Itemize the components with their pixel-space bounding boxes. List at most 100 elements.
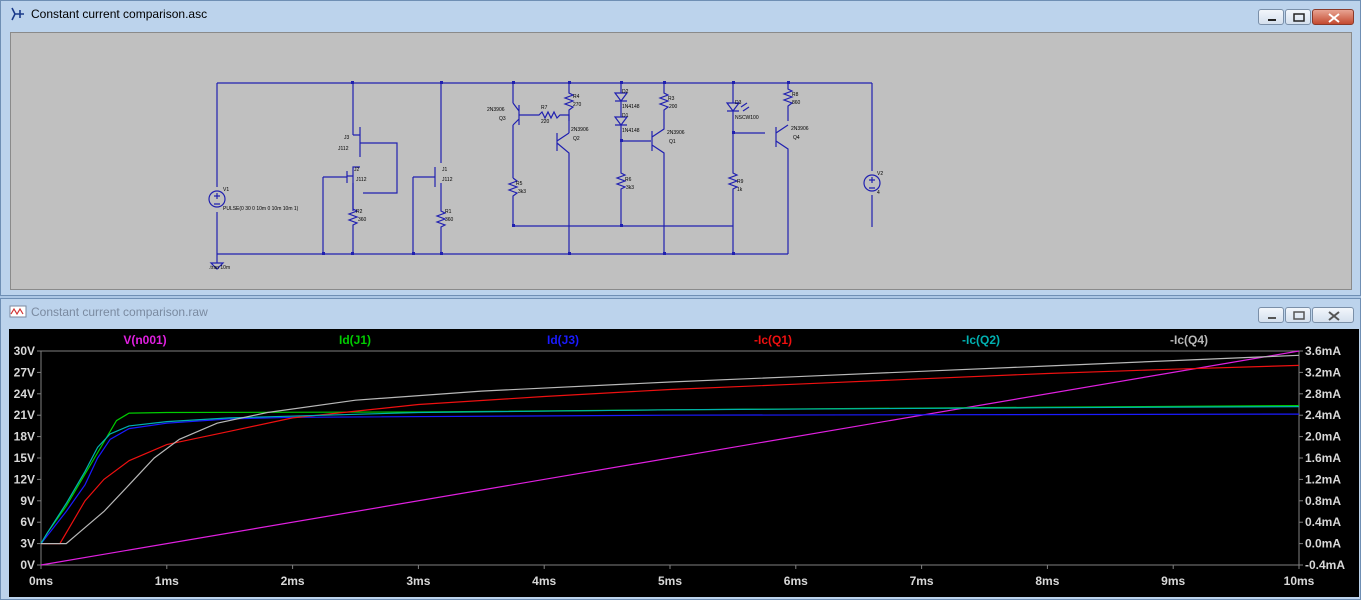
legend-label-idj1: Id(J1) — [339, 333, 371, 347]
q1-model: 2N3906 — [667, 130, 685, 136]
j3-name: J3 — [344, 135, 350, 141]
minimize-button[interactable] — [1258, 9, 1284, 25]
y-right-tick-label: 0.8mA — [1305, 494, 1341, 508]
waveform-window: Constant current comparison.raw 0ms 1ms 2m… — [0, 298, 1361, 600]
r1-name: R1 — [445, 209, 452, 215]
r1-value: 360 — [445, 217, 454, 223]
y-right-tick-label: 2.0mA — [1305, 430, 1341, 444]
close-button[interactable] — [1312, 307, 1354, 323]
r5-value: 3k3 — [518, 189, 526, 195]
r4-value: 270 — [573, 102, 582, 108]
d3-model: NSCW100 — [735, 115, 759, 121]
q3-model: 2N3906 — [487, 107, 505, 113]
y-right-tick-label: 0.0mA — [1305, 537, 1341, 551]
y-right-tick-label: 2.8mA — [1305, 387, 1341, 401]
r9-name: R9 — [737, 179, 744, 185]
q2-name: Q2 — [573, 136, 580, 142]
restore-button[interactable] — [1285, 307, 1311, 323]
v1-name: V1 — [223, 187, 229, 193]
x-tick-label: 1ms — [155, 574, 179, 588]
y-left-tick-label: 0V — [20, 558, 35, 572]
j2-name: J2 — [354, 167, 360, 173]
waveform-chart: 0ms 1ms 2ms 3ms 4ms 5ms 6ms 7ms 8ms 9ms 10ms 0V 3V 6V… — [14, 333, 1346, 588]
j1-model: J112 — [442, 177, 453, 183]
r6-name: R6 — [625, 177, 632, 183]
q4-name: Q4 — [793, 135, 800, 141]
x-tick-label: 4ms — [532, 574, 556, 588]
d3-name: D3 — [735, 100, 742, 106]
q2-model: 2N3906 — [571, 127, 589, 133]
x-tick-label: 7ms — [910, 574, 934, 588]
legend-label-idj3: Id(J3) — [547, 333, 579, 347]
y-left-tick-label: 12V — [14, 472, 35, 486]
j2-model: J112 — [356, 177, 367, 183]
y-right-tick-label: 1.2mA — [1305, 472, 1341, 486]
schematic-titlebar[interactable]: Constant current comparison.asc — [1, 1, 1360, 29]
v2-name: V2 — [877, 171, 883, 177]
d1-model: 1N4148 — [622, 128, 640, 134]
ltspice-schematic-icon — [11, 7, 24, 21]
series-line-idj1 — [40, 405, 1300, 544]
d1-name: D1 — [622, 113, 629, 119]
y-left-tick-label: 24V — [14, 387, 35, 401]
r3-name: R3 — [668, 96, 675, 102]
r8-value: 860 — [792, 100, 801, 106]
series-line-vn001 — [40, 350, 1300, 566]
d2-name: D2 — [622, 89, 629, 95]
x-tick-label: 8ms — [1035, 574, 1059, 588]
schematic-title: Constant current comparison.asc — [31, 7, 208, 21]
y-left-tick-label: 27V — [14, 365, 35, 379]
y-left-tick-label: 3V — [20, 537, 35, 551]
waveform-plot-area[interactable]: 0ms 1ms 2ms 3ms 4ms 5ms 6ms 7ms 8ms 9ms 10ms 0V 3V 6V… — [9, 329, 1359, 597]
x-tick-label: 9ms — [1161, 574, 1185, 588]
x-tick-label: 6ms — [784, 574, 808, 588]
tran-directive: .tran 10m — [209, 265, 230, 271]
y-right-tick-label: -0.4mA — [1305, 558, 1345, 572]
r7-value: 220 — [541, 119, 550, 125]
y-left-tick-label: 18V — [14, 430, 35, 444]
minimize-button[interactable] — [1258, 307, 1284, 323]
r4-name: R4 — [573, 94, 580, 100]
y-right-tick-label: 2.4mA — [1305, 408, 1341, 422]
y-left-tick-label: 15V — [14, 451, 35, 465]
schematic-canvas[interactable]: V1 PULSE(0 30 0 10m 0 10m 10m 1) .tran 1… — [10, 32, 1352, 290]
r9-value: 1k — [737, 187, 743, 193]
y-left-tick-label: 21V — [14, 408, 35, 422]
waveform-window-controls — [1258, 307, 1354, 325]
x-tick-label: 2ms — [281, 574, 305, 588]
legend-label-icq4: -Ic(Q4) — [1170, 333, 1208, 347]
y-right-tick-label: 3.6mA — [1305, 344, 1341, 358]
schematic-drawing: V1 PULSE(0 30 0 10m 0 10m 10m 1) .tran 1… — [208, 81, 883, 271]
waveform-title: Constant current comparison.raw — [31, 305, 208, 319]
q1-name: Q1 — [669, 139, 676, 145]
r6-value: 3k3 — [626, 185, 634, 191]
v2-value: 4 — [877, 190, 880, 196]
waveform-icon — [9, 305, 27, 318]
y-right-tick-label: 1.6mA — [1305, 451, 1341, 465]
q3-name: Q3 — [499, 116, 506, 122]
y-right-tick-label: 0.4mA — [1305, 515, 1341, 529]
x-tick-label: 3ms — [406, 574, 430, 588]
y-left-tick-label: 9V — [20, 494, 35, 508]
legend-label-icq2: -Ic(Q2) — [962, 333, 1000, 347]
r2-value: 360 — [358, 217, 367, 223]
r7-name: R7 — [541, 105, 548, 111]
x-tick-label: 0ms — [29, 574, 53, 588]
y-left-tick-label: 30V — [14, 344, 35, 358]
r8-name: R8 — [792, 92, 799, 98]
d2-model: 1N4148 — [622, 104, 640, 110]
close-button[interactable] — [1312, 9, 1354, 25]
waveform-titlebar[interactable]: Constant current comparison.raw — [1, 299, 1360, 327]
series-line-icq1 — [41, 364, 1300, 545]
restore-button[interactable] — [1285, 9, 1311, 25]
v1-value: PULSE(0 30 0 10m 0 10m 10m 1) — [223, 206, 299, 212]
window-controls — [1258, 9, 1354, 27]
r3-value: 200 — [669, 104, 678, 110]
q4-model: 2N3906 — [791, 126, 809, 132]
legend-label-icq1: -Ic(Q1) — [754, 333, 792, 347]
schematic-window: Constant current comparison.asc V1 PULSE… — [0, 0, 1361, 296]
series-line-idj3 — [40, 413, 1300, 544]
y-right-tick-label: 3.2mA — [1305, 365, 1341, 379]
j3-model: J112 — [338, 146, 349, 152]
x-tick-label: 5ms — [658, 574, 682, 588]
